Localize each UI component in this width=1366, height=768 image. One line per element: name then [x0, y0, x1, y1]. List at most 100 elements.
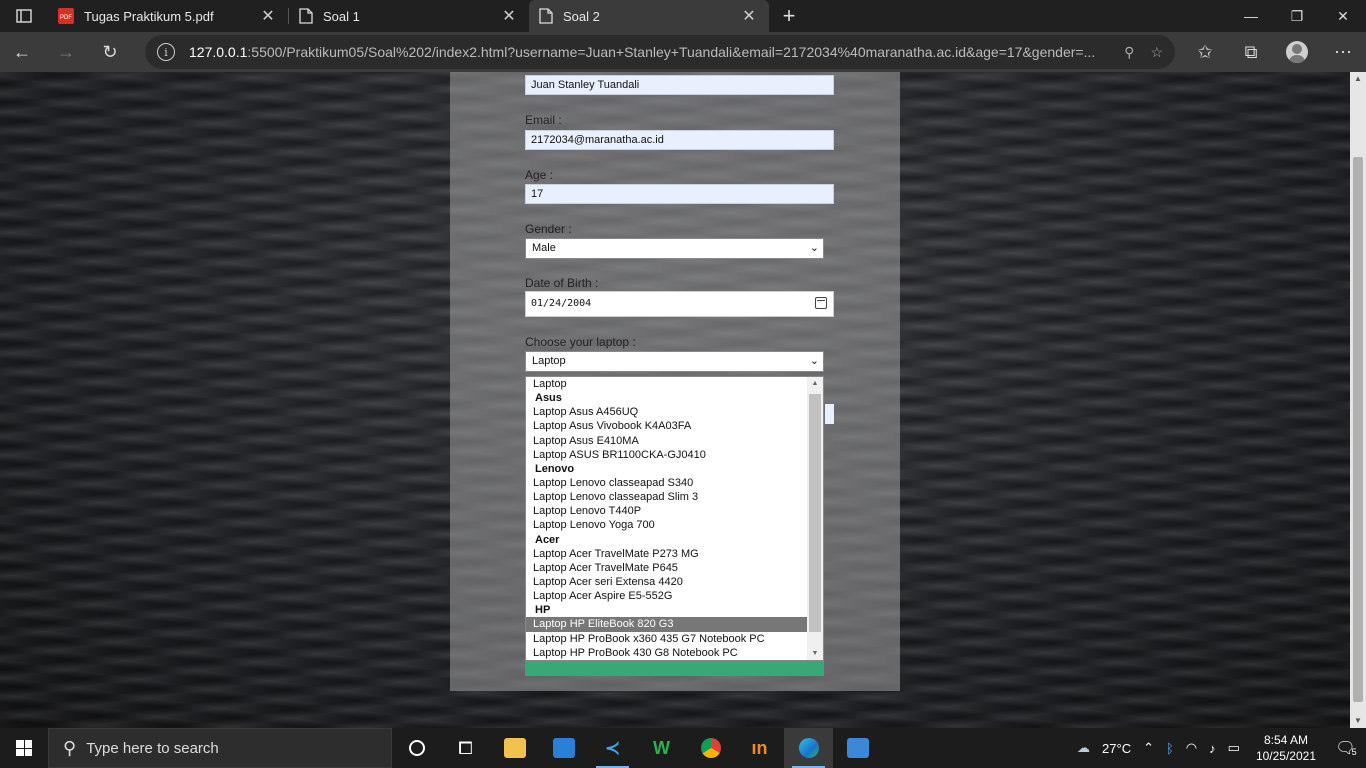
- tab-soal-2[interactable]: Soal 2 ✕: [529, 0, 769, 32]
- dob-label: Date of Birth :: [525, 276, 599, 290]
- mail-button[interactable]: [539, 728, 588, 768]
- folder-icon: [503, 738, 526, 758]
- task-view-button[interactable]: ⧠: [441, 728, 490, 768]
- tab-actions-icon: [16, 9, 32, 23]
- back-button[interactable]: ←: [0, 32, 44, 72]
- settings-menu-button[interactable]: ⋯: [1320, 32, 1366, 72]
- scroll-down-icon[interactable]: ▼: [807, 650, 823, 657]
- notification-button[interactable]: 🗨 5: [1326, 738, 1366, 758]
- laptop-option[interactable]: Laptop HP ProBook 430 G8 Notebook PC: [526, 646, 808, 660]
- gender-select[interactable]: Male ⌄: [525, 238, 824, 259]
- laptop-option[interactable]: Laptop Lenovo classeapad S340: [526, 476, 808, 490]
- arrow-right-icon: →: [57, 41, 75, 62]
- system-tray: ☁ 27°C ⌃ ᛒ ◠ ♪ ▭ 8:54 AM 10/25/2021 🗨 5: [1071, 728, 1366, 768]
- taskbar-search[interactable]: ⚲ Type here to search: [48, 728, 392, 768]
- pdf-icon: PDF: [58, 8, 74, 24]
- info-icon[interactable]: i: [157, 43, 175, 61]
- dob-field[interactable]: 01/24/2004: [525, 291, 834, 317]
- favorites-button[interactable]: ✩: [1182, 32, 1228, 72]
- task-view-icon: ⧠: [458, 737, 473, 758]
- edge-button[interactable]: [784, 728, 833, 768]
- laptop-option[interactable]: Laptop Acer seri Extensa 4420: [526, 575, 808, 589]
- email-field[interactable]: 2172034@maranatha.ac.id: [525, 130, 834, 150]
- close-icon[interactable]: ✕: [739, 6, 759, 26]
- laptop-option[interactable]: Laptop Lenovo Yoga 700: [526, 518, 808, 532]
- age-label: Age :: [525, 168, 554, 182]
- laptop-option[interactable]: Laptop HP ProBook x360 435 G7 Notebook P…: [526, 632, 808, 646]
- page-icon: [539, 8, 553, 24]
- laptop-option[interactable]: Laptop Acer TravelMate P645: [526, 561, 808, 575]
- laptop-option[interactable]: Laptop Asus E410MA: [526, 434, 808, 448]
- chevron-down-icon: ⌄: [809, 355, 819, 367]
- scroll-down-icon[interactable]: ▼: [1350, 714, 1366, 728]
- weather-icon[interactable]: ☁: [1071, 740, 1096, 756]
- close-window-button[interactable]: ✕: [1320, 0, 1366, 32]
- battery-icon[interactable]: ▭: [1222, 740, 1246, 756]
- laptop-option[interactable]: Laptop Lenovo T440P: [526, 504, 808, 518]
- close-icon[interactable]: ✕: [499, 6, 519, 26]
- collections-button[interactable]: ⧉: [1228, 32, 1274, 72]
- laptop-select-value: Laptop: [532, 355, 566, 367]
- laptop-option[interactable]: Laptop HP EliteBook 820 G3: [526, 617, 808, 632]
- vscode-button[interactable]: ≺: [588, 728, 637, 768]
- new-tab-button[interactable]: +: [769, 0, 809, 32]
- url-text[interactable]: 127.0.0.1:5500/Praktikum05/Soal%202/inde…: [189, 44, 1114, 60]
- laptop-options-list: Laptop Asus Laptop Asus A456UQ Laptop Asus …: [526, 377, 808, 660]
- refresh-button[interactable]: ↻: [88, 32, 132, 72]
- dropdown-scroll-thumb[interactable]: [809, 394, 821, 632]
- url-path: :5500/Praktikum05/Soal%202/index2.html?u…: [247, 44, 1096, 60]
- app-button[interactable]: ın: [735, 728, 784, 768]
- dob-value: 01/24/2004: [531, 298, 592, 309]
- start-button[interactable]: [0, 728, 48, 768]
- tab-actions-button[interactable]: [0, 0, 48, 32]
- app-icon: ın: [751, 737, 768, 758]
- laptop-select[interactable]: Laptop ⌄: [525, 351, 824, 372]
- username-field[interactable]: Juan Stanley Tuandali: [525, 75, 834, 95]
- wifi-icon[interactable]: ◠: [1180, 740, 1203, 756]
- age-field[interactable]: 17: [525, 184, 834, 204]
- window-controls: — ❐ ✕: [1228, 0, 1366, 32]
- tab-pdf[interactable]: PDF Tugas Praktikum 5.pdf ✕: [48, 0, 288, 32]
- volume-icon[interactable]: ♪: [1203, 741, 1222, 756]
- laptop-option[interactable]: Laptop Acer Aspire E5-552G: [526, 589, 808, 603]
- add-favorite-icon[interactable]: ☆: [1150, 44, 1163, 61]
- url-host: 127.0.0.1: [189, 44, 248, 60]
- tab-title: Tugas Praktikum 5.pdf: [84, 8, 214, 24]
- plus-icon: +: [782, 3, 796, 28]
- optgroup-label: Acer: [535, 533, 560, 546]
- dropdown-scrollbar[interactable]: ▲ ▼: [807, 377, 823, 660]
- submit-button[interactable]: [525, 661, 824, 676]
- file-explorer-button[interactable]: [490, 728, 539, 768]
- photos-button[interactable]: [833, 728, 882, 768]
- tab-soal-1[interactable]: Soal 1 ✕: [289, 0, 529, 32]
- weather-temp[interactable]: 27°C: [1096, 741, 1137, 756]
- close-icon[interactable]: ✕: [258, 6, 278, 26]
- clock[interactable]: 8:54 AM 10/25/2021: [1246, 732, 1326, 764]
- chevron-up-icon[interactable]: ⌃: [1137, 740, 1160, 756]
- laptop-option[interactable]: Laptop Lenovo classeapad Slim 3: [526, 490, 808, 504]
- bluetooth-icon[interactable]: ᛒ: [1160, 741, 1180, 756]
- calendar-icon[interactable]: [815, 297, 827, 309]
- scroll-up-icon[interactable]: ▲: [807, 380, 823, 387]
- minimize-button[interactable]: —: [1228, 0, 1274, 32]
- wps-button[interactable]: W: [637, 728, 686, 768]
- restore-button[interactable]: ❐: [1274, 0, 1320, 32]
- laptop-option[interactable]: Laptop Asus Vivobook K4A03FA: [526, 419, 808, 433]
- page-scrollbar[interactable]: ▲ ▼: [1350, 72, 1366, 728]
- chrome-button[interactable]: [686, 728, 735, 768]
- laptop-option[interactable]: Laptop: [526, 377, 808, 391]
- zoom-icon[interactable]: ⚲: [1124, 44, 1134, 61]
- laptop-option[interactable]: Laptop Asus A456UQ: [526, 405, 808, 419]
- address-bar[interactable]: i 127.0.0.1:5500/Praktikum05/Soal%202/in…: [145, 35, 1175, 69]
- profile-button[interactable]: [1274, 32, 1320, 72]
- cortana-button[interactable]: [392, 728, 441, 768]
- scroll-up-icon[interactable]: ▲: [1350, 72, 1366, 86]
- laptop-options-dropdown[interactable]: Laptop Asus Laptop Asus A456UQ Laptop Asus …: [525, 376, 824, 661]
- refresh-icon: ↻: [102, 41, 118, 62]
- forward-button[interactable]: →: [44, 32, 88, 72]
- laptop-option[interactable]: Laptop ASUS BR1100CKA-GJ0410: [526, 448, 808, 462]
- vscode-icon: ≺: [604, 737, 621, 758]
- page-scroll-thumb[interactable]: [1353, 157, 1363, 702]
- obscured-input[interactable]: [825, 404, 834, 424]
- laptop-option[interactable]: Laptop Acer TravelMate P273 MG: [526, 547, 808, 561]
